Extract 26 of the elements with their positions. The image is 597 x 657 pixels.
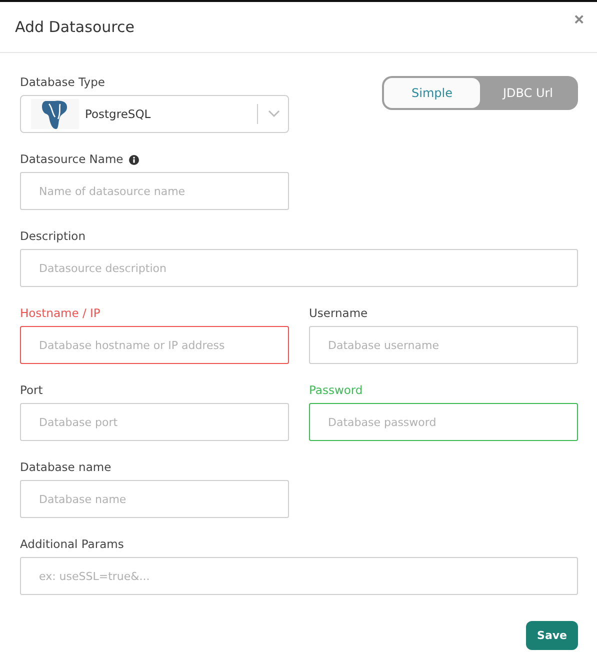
field-label: Password xyxy=(309,384,363,397)
field-label: Database name xyxy=(20,461,112,474)
text-field[interactable]: Database hostname or IP address xyxy=(20,326,289,364)
field-label: Database Type xyxy=(20,76,106,89)
text-field[interactable]: Database port xyxy=(20,403,289,441)
chevron-down-icon xyxy=(268,110,280,118)
mode-option[interactable]: JDBC Url xyxy=(480,78,576,108)
select-value: PostgreSQL xyxy=(84,107,152,121)
field-label: Datasource Name xyxy=(20,153,124,166)
mode-option[interactable]: Simple xyxy=(384,78,480,108)
dialog-title: Add Datasource xyxy=(15,18,134,36)
info-icon xyxy=(129,154,140,164)
save-button[interactable]: Save xyxy=(526,621,578,650)
field-label: Additional Params xyxy=(20,538,124,551)
field-label: Port xyxy=(20,384,43,397)
text-field[interactable]: ex: useSSL=true&... xyxy=(20,557,578,595)
text-field[interactable]: Name of datasource name xyxy=(20,172,289,210)
text-field[interactable]: Database password xyxy=(309,403,578,441)
field-label: Username xyxy=(309,307,368,320)
close-button[interactable]: × xyxy=(574,10,584,30)
text-field[interactable]: Database name xyxy=(20,480,289,518)
text-field[interactable]: Datasource description xyxy=(20,249,578,287)
text-field[interactable]: Database username xyxy=(309,326,578,364)
database-type-select[interactable]: PostgreSQL xyxy=(20,95,289,133)
field-label: Hostname / IP xyxy=(20,307,100,320)
field-label: Description xyxy=(20,230,86,243)
